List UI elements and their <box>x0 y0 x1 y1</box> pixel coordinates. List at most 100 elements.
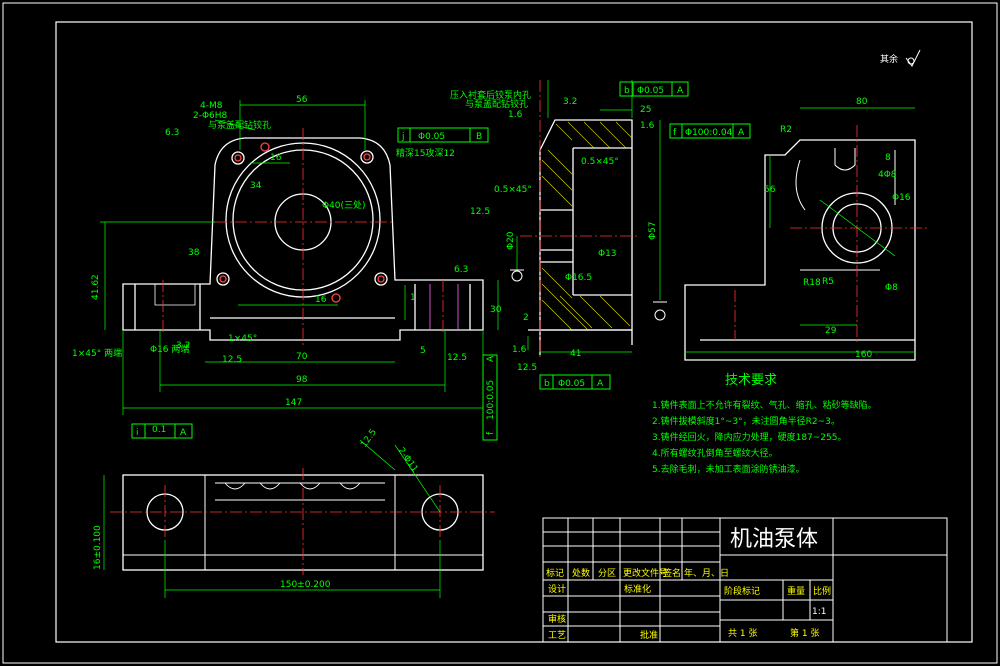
svg-text:第 1 张: 第 1 张 <box>790 627 819 639</box>
svg-text:Φ0.05: Φ0.05 <box>418 132 445 142</box>
svg-text:56: 56 <box>296 95 308 105</box>
svg-text:i: i <box>136 428 139 438</box>
svg-text:比例: 比例 <box>813 585 831 597</box>
svg-text:批准: 批准 <box>640 629 658 641</box>
svg-text:100:0.05: 100:0.05 <box>486 380 496 420</box>
svg-text:6.3: 6.3 <box>165 128 179 138</box>
bottom-text: 150±0.200 16±0.100 12.5 2-Φ11 <box>93 428 420 590</box>
svg-text:4-M8: 4-M8 <box>200 101 223 111</box>
svg-text:80: 80 <box>856 97 868 107</box>
svg-text:38: 38 <box>188 248 200 258</box>
svg-text:Φ13: Φ13 <box>598 249 617 259</box>
svg-text:1:1: 1:1 <box>812 607 826 617</box>
front-centerlines <box>162 128 444 345</box>
svg-text:2-Φ11: 2-Φ11 <box>396 446 420 474</box>
svg-text:1.6: 1.6 <box>508 110 523 120</box>
svg-text:j: j <box>401 132 405 142</box>
svg-text:30: 30 <box>490 305 502 315</box>
tech-req-item: 4.所有螺纹孔倒角至螺纹大径。 <box>652 447 778 459</box>
svg-text:共 1 张: 共 1 张 <box>728 628 757 639</box>
svg-text:f: f <box>486 431 496 435</box>
section-dim-lines <box>516 80 661 353</box>
svg-text:Φ40(三处): Φ40(三处) <box>322 199 366 211</box>
svg-text:0.5×45°: 0.5×45° <box>494 185 532 195</box>
svg-text:Φ16: Φ16 <box>892 193 911 203</box>
svg-text:41: 41 <box>570 349 581 359</box>
svg-text:6.3: 6.3 <box>454 265 468 275</box>
svg-text:Φ16.5: Φ16.5 <box>565 273 592 283</box>
svg-text:0.5×45°: 0.5×45° <box>581 157 619 167</box>
roughness-default-symbol: 其余 <box>880 49 921 67</box>
svg-text:工艺: 工艺 <box>548 630 566 641</box>
tech-req-item: 5.去除毛刺，未加工表面涂防锈油漆。 <box>652 463 805 475</box>
svg-text:R5: R5 <box>822 277 834 287</box>
svg-text:b: b <box>624 86 630 96</box>
svg-text:与泵盖配钻铰孔: 与泵盖配钻铰孔 <box>465 98 528 110</box>
part-name: 机油泵体 <box>730 527 818 552</box>
svg-text:147: 147 <box>285 398 302 408</box>
svg-text:12.5: 12.5 <box>359 428 379 450</box>
tech-req-item: 1.铸件表面上不允许有裂纹、气孔、缩孔、粘砂等缺陷。 <box>652 399 877 411</box>
section-hatch <box>541 121 633 331</box>
ftol-frame-b: b Φ0.05 A <box>539 374 611 390</box>
svg-text:b: b <box>544 379 550 389</box>
ftol-frame-f: f 100:0.05 A <box>482 354 498 441</box>
svg-text:2-Φ6H8: 2-Φ6H8 <box>193 111 228 121</box>
svg-text:其余: 其余 <box>880 53 898 65</box>
svg-text:Φ0.05: Φ0.05 <box>637 86 664 96</box>
front-dim-text: 56 16 34 4-M8 2-Φ6H8 Φ40(三处) 38 41.62 16… <box>72 95 502 435</box>
svg-text:1×45° 两端: 1×45° 两端 <box>72 347 122 359</box>
svg-text:98: 98 <box>296 375 308 385</box>
bottom-centerlines <box>110 468 495 575</box>
svg-text:16: 16 <box>270 153 282 163</box>
tech-req-title: 技术要求 <box>725 373 777 388</box>
svg-text:Φ20: Φ20 <box>506 231 516 250</box>
svg-text:A: A <box>677 86 684 96</box>
side-text: 80 R2 56 8 4Φ8 Φ16 R18 R5 29 160 Φ8 <box>764 97 911 360</box>
svg-text:B: B <box>476 132 482 142</box>
svg-text:签名: 签名 <box>663 567 681 579</box>
tech-req-item: 2.铸件拔模斜度1°~3°，未注圆角半径R2~3。 <box>652 415 840 427</box>
svg-text:2: 2 <box>523 313 529 323</box>
front-dim-lines <box>100 100 499 415</box>
svg-text:A: A <box>180 428 187 438</box>
svg-text:34: 34 <box>250 181 262 191</box>
ftol-frame-b2: b Φ0.05 A <box>619 81 689 97</box>
svg-text:重量: 重量 <box>787 585 805 597</box>
svg-text:Φ57: Φ57 <box>648 221 658 240</box>
svg-text:审核: 审核 <box>548 613 566 625</box>
svg-text:12.5: 12.5 <box>447 353 467 363</box>
svg-text:更改文件号: 更改文件号 <box>623 567 668 579</box>
svg-text:标准化: 标准化 <box>624 583 651 595</box>
svg-text:12.5: 12.5 <box>517 363 537 373</box>
svg-text:与泵盖配钻铰孔: 与泵盖配钻铰孔 <box>208 119 271 131</box>
svg-text:1.6: 1.6 <box>640 121 655 131</box>
svg-text:5: 5 <box>420 346 426 356</box>
svg-text:1.6: 1.6 <box>512 345 527 355</box>
svg-text:1×45°: 1×45° <box>228 334 257 344</box>
svg-text:70: 70 <box>296 352 308 362</box>
svg-text:160: 160 <box>855 350 872 360</box>
svg-text:16: 16 <box>315 295 327 305</box>
svg-text:分区: 分区 <box>598 568 616 579</box>
svg-text:3.2: 3.2 <box>563 97 577 107</box>
svg-text:1: 1 <box>410 293 416 303</box>
svg-text:年、月、日: 年、月、日 <box>684 567 729 579</box>
svg-text:12.5: 12.5 <box>222 355 242 365</box>
svg-text:标记: 标记 <box>546 567 564 579</box>
svg-text:Φ0.05: Φ0.05 <box>558 379 585 389</box>
section-view <box>528 119 633 355</box>
svg-text:A: A <box>738 128 745 138</box>
svg-text:56: 56 <box>764 185 776 195</box>
svg-text:150±0.200: 150±0.200 <box>280 580 331 590</box>
svg-text:A: A <box>486 355 496 362</box>
svg-text:8: 8 <box>885 153 891 163</box>
svg-text:处数: 处数 <box>572 567 590 579</box>
svg-text:阶段标记: 阶段标记 <box>724 585 760 597</box>
svg-text:0.1: 0.1 <box>152 425 166 435</box>
svg-text:41.62: 41.62 <box>91 274 101 300</box>
svg-text:29: 29 <box>825 326 837 336</box>
svg-text:4Φ8: 4Φ8 <box>878 170 897 180</box>
ftol-frame-f2: f Φ100:0.04 A <box>669 123 751 139</box>
svg-text:Φ100:0.04: Φ100:0.04 <box>685 128 733 138</box>
